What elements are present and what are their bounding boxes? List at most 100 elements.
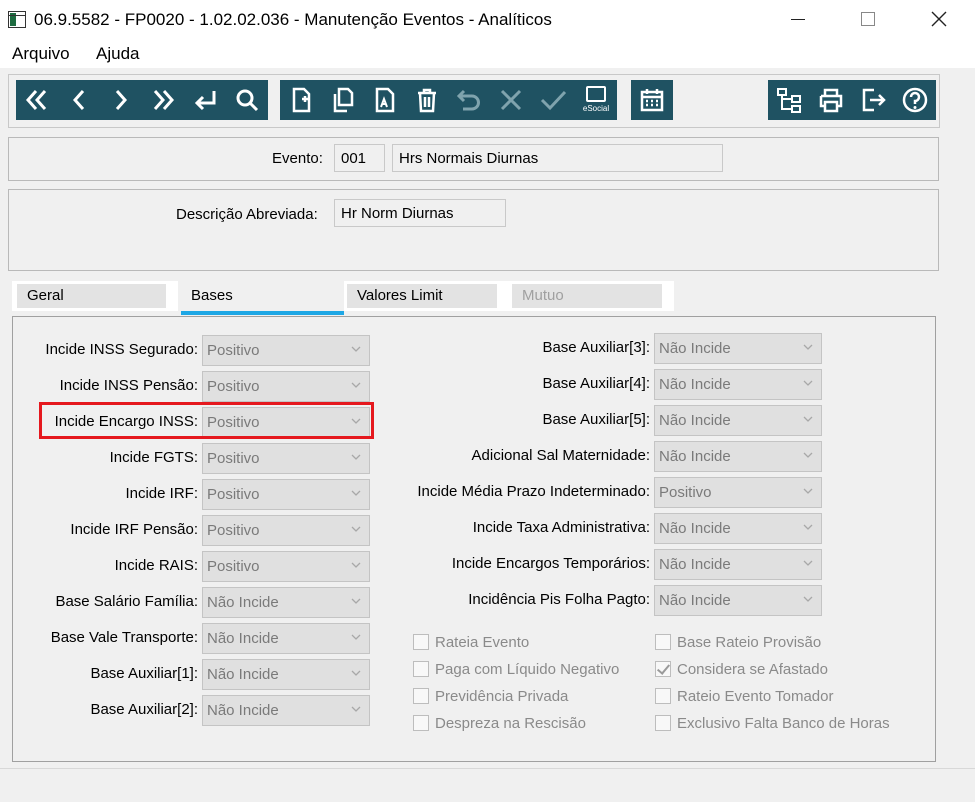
left-field-select[interactable]: Positivo — [202, 551, 370, 582]
exit-button[interactable] — [852, 80, 894, 120]
right-field-select[interactable]: Não Incide — [654, 333, 822, 364]
last-icon — [153, 90, 175, 110]
checkbox-row[interactable]: Paga com Líquido Negativo — [413, 661, 619, 681]
checkbox-label: Rateia Evento — [435, 634, 530, 651]
last-record-button[interactable] — [142, 80, 184, 120]
window-title: 06.9.5582 - FP0020 - 1.02.02.036 - Manut… — [34, 10, 552, 29]
first-icon — [25, 90, 47, 110]
left-field-value: Positivo — [207, 378, 260, 395]
right-field-value: Não Incide — [659, 376, 731, 393]
right-field-select[interactable]: Positivo — [654, 477, 822, 508]
left-field-select[interactable]: Não Incide — [202, 659, 370, 690]
maximize-button[interactable] — [845, 0, 891, 38]
enter-button[interactable] — [184, 80, 226, 120]
tab-geral[interactable]: Geral — [17, 284, 166, 308]
left-field-label: Incide FGTS: — [109, 449, 198, 466]
left-field-select[interactable]: Não Incide — [202, 695, 370, 726]
delete-button[interactable] — [406, 80, 448, 120]
menu-ajuda[interactable]: Ajuda — [96, 44, 139, 64]
right-field-select[interactable]: Não Incide — [654, 369, 822, 400]
status-bar — [0, 768, 975, 802]
cancel-button[interactable] — [490, 80, 532, 120]
confirm-button[interactable] — [532, 80, 574, 120]
checkbox-row[interactable]: Exclusivo Falta Banco de Horas — [655, 715, 890, 735]
new-button[interactable] — [280, 80, 322, 120]
next-record-button[interactable] — [100, 80, 142, 120]
left-field-label: Incide INSS Pensão: — [59, 377, 198, 394]
checkbox[interactable] — [413, 688, 429, 704]
left-field-select[interactable]: Positivo — [202, 371, 370, 402]
checkbox[interactable] — [655, 688, 671, 704]
short-description-label: Descrição Abreviada: — [176, 206, 318, 223]
right-field-select[interactable]: Não Incide — [654, 405, 822, 436]
close-button[interactable] — [916, 0, 962, 38]
help-button[interactable] — [894, 80, 936, 120]
checkbox[interactable] — [655, 715, 671, 731]
left-field-label: Base Auxiliar[1]: — [90, 665, 198, 682]
edit-button[interactable] — [364, 80, 406, 120]
left-field-select[interactable]: Positivo — [202, 479, 370, 510]
right-field-label: Adicional Sal Maternidade: — [471, 447, 650, 464]
checkbox[interactable] — [413, 634, 429, 650]
undo-button[interactable] — [448, 80, 490, 120]
checkbox-row[interactable]: Rateia Evento — [413, 634, 529, 654]
event-name-field[interactable]: Hrs Normais Diurnas — [392, 144, 723, 172]
left-field-value: Positivo — [207, 486, 260, 503]
help-icon — [902, 87, 928, 113]
left-field-select[interactable]: Positivo — [202, 335, 370, 366]
tree-icon — [777, 88, 801, 113]
checkbox-row[interactable]: Base Rateio Provisão — [655, 634, 821, 654]
previous-record-button[interactable] — [58, 80, 100, 120]
esocial-button[interactable]: eSocial — [575, 80, 617, 120]
left-field-value: Não Incide — [207, 666, 279, 683]
checkbox-row[interactable]: Considera se Afastado — [655, 661, 828, 681]
print-icon — [819, 88, 843, 113]
search-button[interactable] — [226, 80, 268, 120]
event-code-field[interactable]: 001 — [334, 144, 385, 172]
checkbox-label: Despreza na Rescisão — [435, 715, 586, 732]
search-icon — [236, 89, 259, 112]
edit-icon — [375, 87, 395, 113]
chevron-down-icon — [351, 454, 361, 460]
checkbox[interactable] — [655, 634, 671, 650]
left-field-label: Base Auxiliar[2]: — [90, 701, 198, 718]
right-field-select[interactable]: Não Incide — [654, 513, 822, 544]
copy-button[interactable] — [322, 80, 364, 120]
left-field-select[interactable]: Não Incide — [202, 587, 370, 618]
first-record-button[interactable] — [16, 80, 58, 120]
right-field-select[interactable]: Não Incide — [654, 585, 822, 616]
next-icon — [115, 90, 128, 110]
app-icon — [8, 11, 26, 28]
left-field-select[interactable]: Positivo — [202, 515, 370, 546]
short-description-field[interactable]: Hr Norm Diurnas — [334, 199, 506, 227]
calendar-button[interactable] — [631, 80, 673, 120]
left-field-select[interactable]: Positivo — [202, 443, 370, 474]
checkbox-row[interactable]: Rateio Evento Tomador — [655, 688, 833, 708]
checkbox[interactable] — [413, 661, 429, 677]
chevron-down-icon — [351, 706, 361, 712]
chevron-down-icon — [803, 596, 813, 602]
chevron-down-icon — [803, 560, 813, 566]
chevron-down-icon — [351, 526, 361, 532]
print-button[interactable] — [810, 80, 852, 120]
confirm-icon — [540, 90, 567, 111]
checkbox-row[interactable]: Previdência Privada — [413, 688, 568, 708]
minimize-button[interactable] — [775, 0, 821, 38]
checkbox-row[interactable]: Despreza na Rescisão — [413, 715, 586, 735]
tab-valores-limit[interactable]: Valores Limit — [347, 284, 497, 308]
chevron-down-icon — [351, 382, 361, 388]
tree-button[interactable] — [768, 80, 810, 120]
chevron-down-icon — [351, 490, 361, 496]
right-field-value: Não Incide — [659, 592, 731, 609]
chevron-down-icon — [351, 634, 361, 640]
left-field-select[interactable]: Não Incide — [202, 623, 370, 654]
checkbox-checked[interactable] — [655, 661, 671, 677]
left-field-value: Positivo — [207, 522, 260, 539]
tab-bases[interactable]: Bases — [181, 284, 331, 308]
menu-arquivo[interactable]: Arquivo — [12, 44, 70, 64]
checkbox[interactable] — [413, 715, 429, 731]
chevron-down-icon — [803, 524, 813, 530]
right-field-select[interactable]: Não Incide — [654, 441, 822, 472]
right-field-select[interactable]: Não Incide — [654, 549, 822, 580]
minimize-icon — [791, 18, 805, 20]
